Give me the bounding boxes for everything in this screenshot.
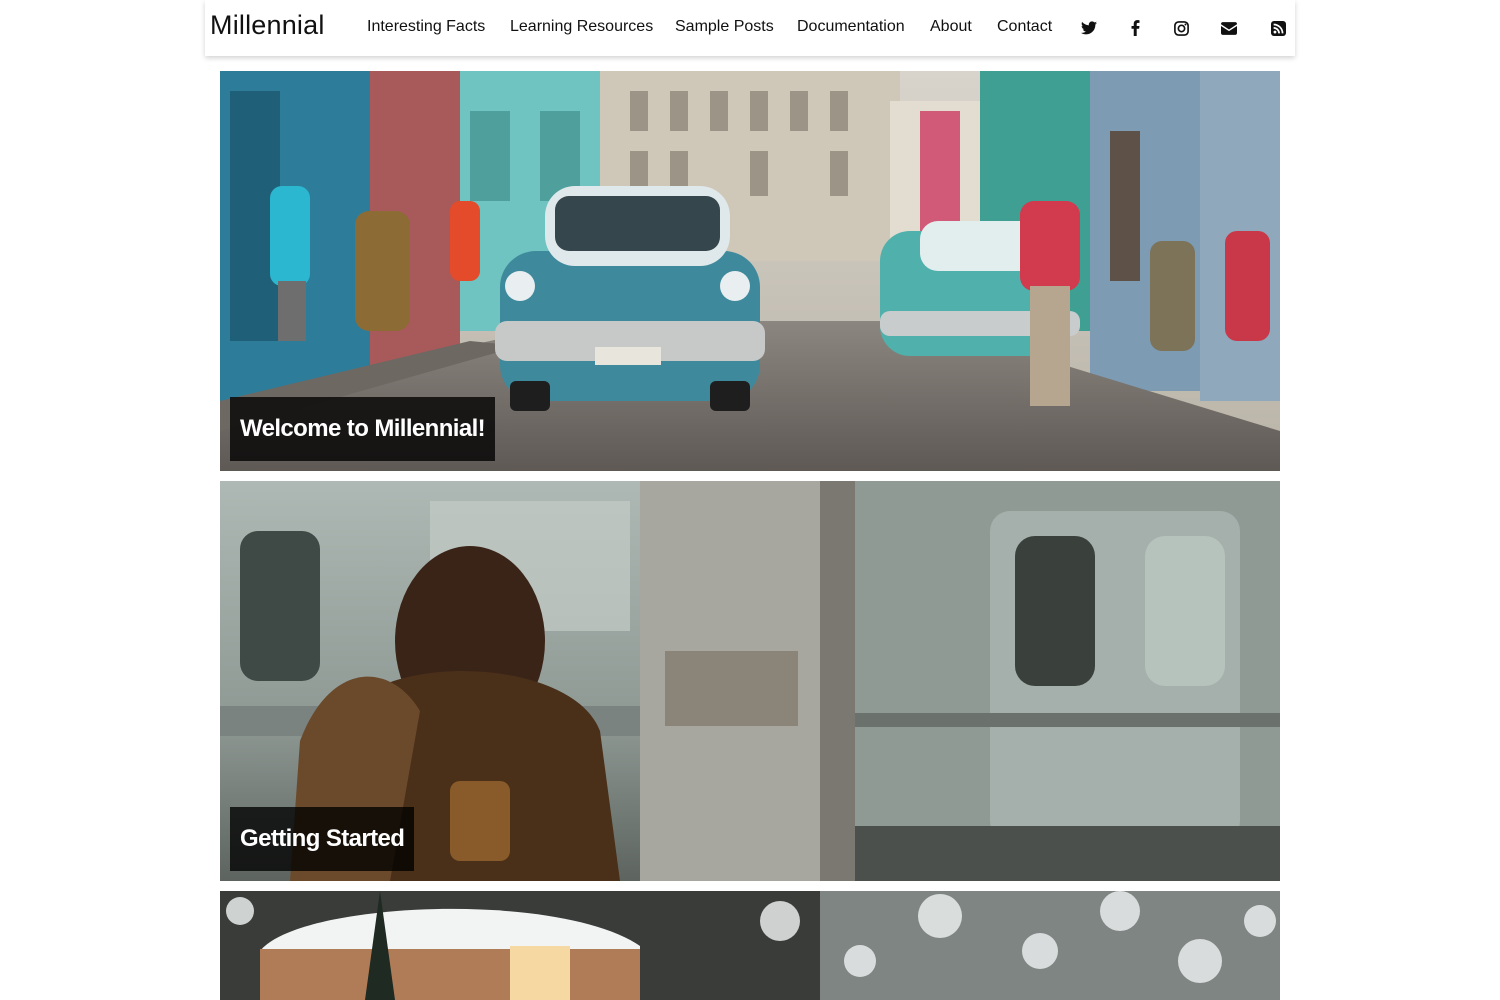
twitter-icon[interactable] [1079,18,1099,38]
nav-item-interesting-facts[interactable]: Interesting Facts [367,18,485,36]
nav-item-contact[interactable]: Contact [997,18,1052,36]
post-title: Welcome to Millennial! [230,397,496,461]
nav-item-learning-resources[interactable]: Learning Resources [510,18,653,36]
envelope-icon[interactable] [1219,18,1239,38]
post-image-yurt [220,891,1280,1000]
nav-item-sample-posts[interactable]: Sample Posts [675,18,774,36]
nav-item-about[interactable]: About [930,18,972,36]
post-title: Getting Started [230,807,415,871]
main-menu: Interesting Facts Learning Resources Sam… [205,0,1295,56]
nav-item-documentation[interactable]: Documentation [797,18,905,36]
top-navbar: Millennial Interesting Facts Learning Re… [205,0,1295,56]
rss-icon[interactable] [1268,18,1288,38]
post-card-getting-started[interactable]: Getting Started [220,481,1280,881]
post-card-welcome[interactable]: Welcome to Millennial! [220,71,1280,471]
facebook-icon[interactable] [1125,18,1145,38]
post-card-third[interactable] [220,891,1280,1000]
instagram-icon[interactable] [1171,18,1191,38]
